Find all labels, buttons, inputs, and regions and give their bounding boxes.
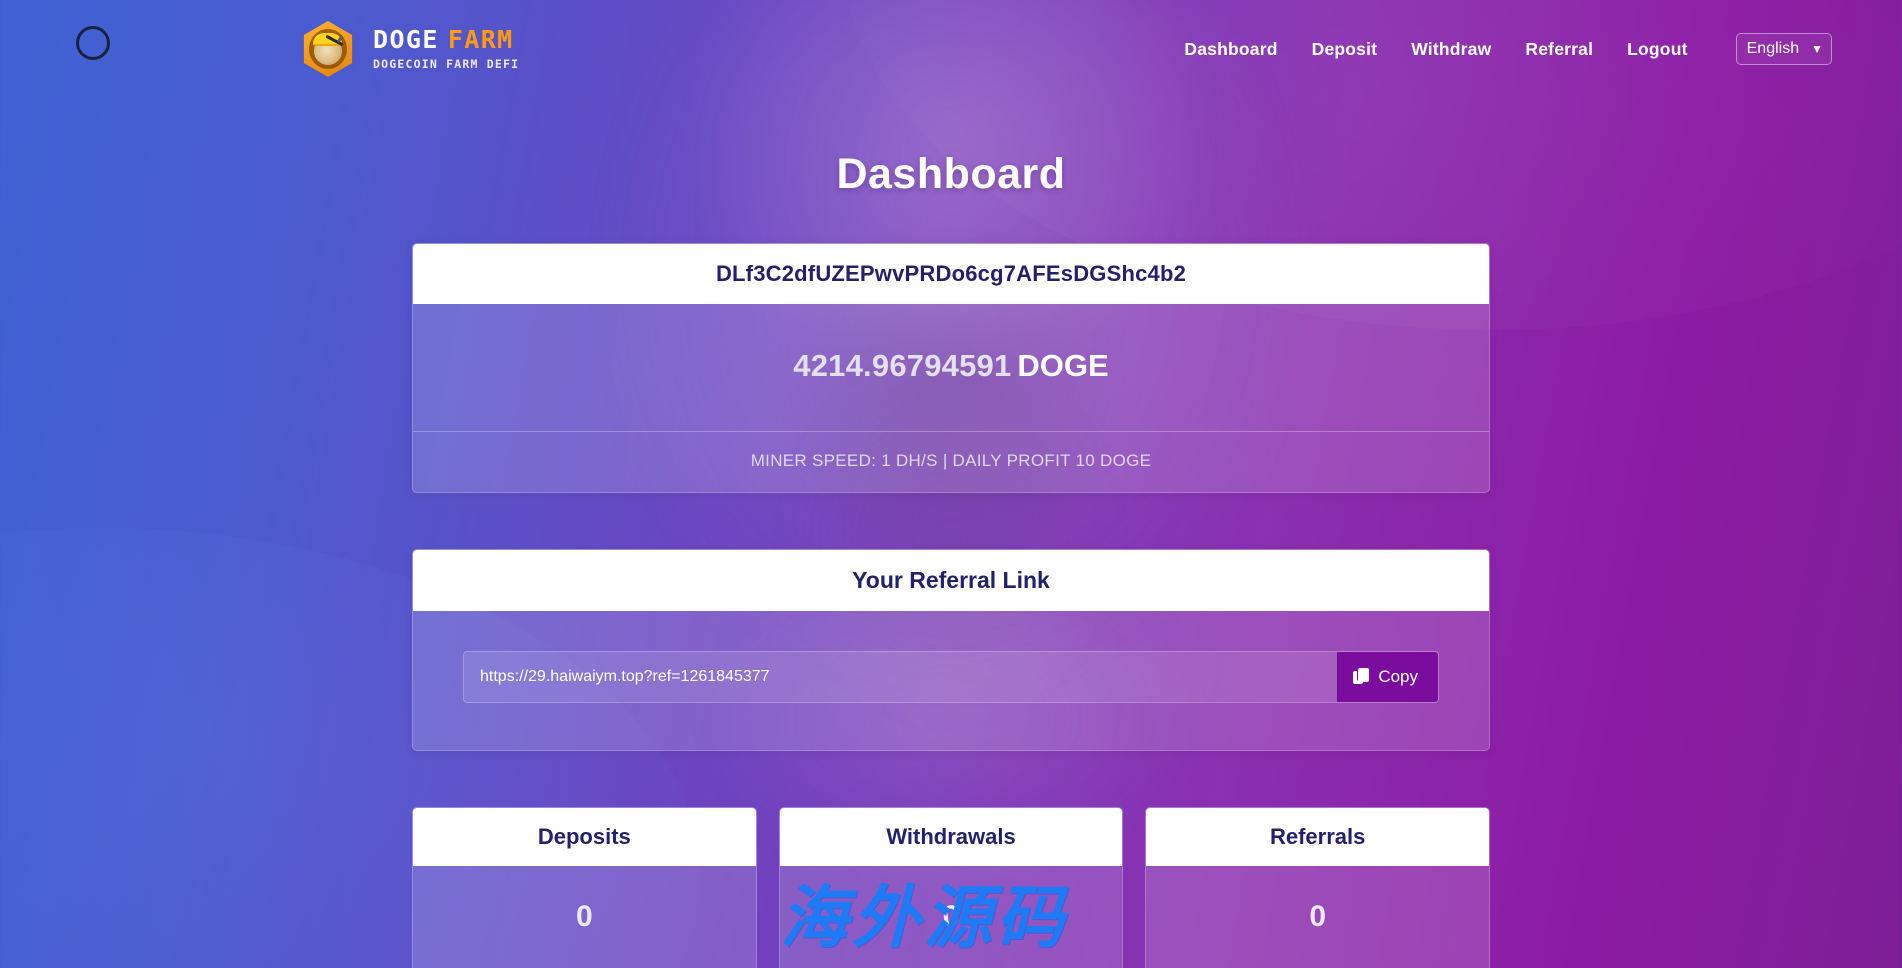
referral-card: Your Referral Link Copy	[412, 549, 1490, 751]
referral-card-title: Your Referral Link	[413, 550, 1489, 611]
stat-value-referrals: 0	[1309, 900, 1327, 933]
doge-miner-coin-icon	[300, 21, 356, 77]
stat-title-deposits: Deposits	[413, 808, 756, 866]
referral-link-row: Copy	[463, 651, 1439, 703]
nav-item-referral[interactable]: Referral	[1525, 39, 1593, 60]
language-select-value: English	[1746, 40, 1800, 57]
brand-logo[interactable]: DOGE FARM DOGECOIN FARM DEFI	[300, 21, 519, 77]
referral-link-input[interactable]	[464, 652, 1338, 702]
copy-button-label: Copy	[1378, 667, 1418, 686]
stat-card-deposits: Deposits 0	[412, 807, 757, 968]
page-title: Dashboard	[836, 150, 1066, 198]
wallet-card: DLf3C2dfUZEPwvPRDo6cg7AFEsDGShc4b2 4214.…	[412, 243, 1490, 493]
main-navigation: Dashboard Deposit Withdraw Referral Logo…	[1184, 33, 1832, 65]
nav-item-withdraw[interactable]: Withdraw	[1411, 39, 1491, 60]
balance-amount: 4214.96794591	[793, 348, 1012, 383]
brand-name-primary: DOGE	[373, 25, 439, 55]
brand-name-secondary: FARM	[447, 25, 514, 55]
clipboard-copy-icon	[1353, 668, 1370, 686]
loading-spinner-icon	[76, 26, 110, 60]
stat-value-withdrawals: 0	[942, 900, 960, 933]
copy-button[interactable]: Copy	[1337, 652, 1438, 702]
miner-stats-footer: MINER SPEED: 1 DH/S | DAILY PROFIT 10 DO…	[413, 431, 1489, 492]
wallet-balance: 4214.96794591 DOGE	[413, 304, 1489, 431]
main-content: Dashboard DLf3C2dfUZEPwvPRDo6cg7AFEsDGSh…	[412, 98, 1491, 968]
chevron-down-icon: ▼	[1811, 42, 1823, 56]
site-header: DOGE FARM DOGECOIN FARM DEFI Dashboard De…	[0, 0, 1902, 98]
stat-card-referrals: Referrals 0	[1145, 807, 1491, 968]
nav-item-deposit[interactable]: Deposit	[1312, 39, 1378, 60]
nav-item-dashboard[interactable]: Dashboard	[1184, 39, 1277, 60]
stat-title-withdrawals: Withdrawals	[779, 808, 1123, 866]
balance-unit: DOGE	[1017, 348, 1109, 383]
stat-title-referrals: Referrals	[1146, 808, 1490, 866]
brand-title: DOGE FARM	[373, 27, 519, 52]
nav-item-logout[interactable]: Logout	[1627, 39, 1687, 60]
wallet-address[interactable]: DLf3C2dfUZEPwvPRDo6cg7AFEsDGShc4b2	[413, 244, 1489, 304]
referral-card-body: Copy	[413, 611, 1489, 750]
stats-row: Deposits 0 Withdrawals 0 Referrals 0	[412, 807, 1491, 968]
language-select[interactable]: English ▼	[1735, 33, 1832, 65]
brand-tagline: DOGECOIN FARM DEFI	[373, 57, 520, 72]
stat-value-deposits: 0	[575, 900, 593, 933]
stat-card-withdrawals: Withdrawals 0	[778, 807, 1124, 968]
